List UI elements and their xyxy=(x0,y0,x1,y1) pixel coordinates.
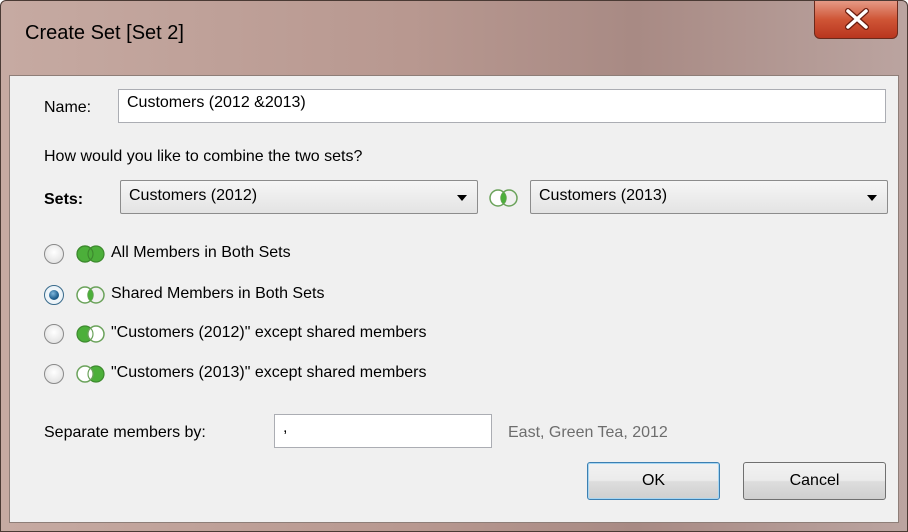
dialog-body: Name: Customers (2012 &2013) How would y… xyxy=(9,75,899,523)
venn-right-only-icon xyxy=(76,365,105,383)
option-label-left-except-shared: "Customers (2012)" except shared members xyxy=(111,324,427,341)
venn-union-icon xyxy=(76,245,105,263)
venn-intersect-icon xyxy=(489,189,518,207)
radio-all-members[interactable] xyxy=(44,244,64,264)
chevron-down-icon xyxy=(457,195,467,201)
radio-left-except-shared[interactable] xyxy=(44,324,64,344)
radio-right-except-shared[interactable] xyxy=(44,364,64,384)
separator-example: East, Green Tea, 2012 xyxy=(508,424,668,441)
cancel-button[interactable]: Cancel xyxy=(743,462,886,500)
chevron-down-icon xyxy=(867,195,877,201)
separator-input[interactable]: , xyxy=(274,414,492,448)
option-label-all-members: All Members in Both Sets xyxy=(111,244,291,261)
create-set-dialog: Create Set [Set 2] Name: Customers (2012… xyxy=(0,0,908,532)
radio-shared-members[interactable] xyxy=(44,285,64,305)
venn-intersect-icon xyxy=(76,286,105,304)
sets-label: Sets: xyxy=(44,191,84,208)
name-label: Name: xyxy=(44,99,92,116)
combine-prompt: How would you like to combine the two se… xyxy=(44,148,363,165)
close-button[interactable] xyxy=(814,1,898,39)
option-label-shared-members: Shared Members in Both Sets xyxy=(111,285,325,302)
option-label-right-except-shared: "Customers (2013)" except shared members xyxy=(111,364,427,381)
ok-button[interactable]: OK xyxy=(587,462,720,500)
left-set-value: Customers (2012) xyxy=(129,187,258,204)
name-input[interactable]: Customers (2012 &2013) xyxy=(118,89,886,123)
dialog-title: Create Set [Set 2] xyxy=(25,22,184,44)
right-set-dropdown[interactable]: Customers (2013) xyxy=(530,180,888,214)
title-bar[interactable]: Create Set [Set 2] xyxy=(1,1,907,75)
left-set-dropdown[interactable]: Customers (2012) xyxy=(120,180,478,214)
radio-selected-dot xyxy=(49,290,59,300)
close-icon xyxy=(845,8,869,30)
venn-left-only-icon xyxy=(76,325,105,343)
right-set-value: Customers (2013) xyxy=(539,187,668,204)
separator-label: Separate members by: xyxy=(44,424,206,441)
